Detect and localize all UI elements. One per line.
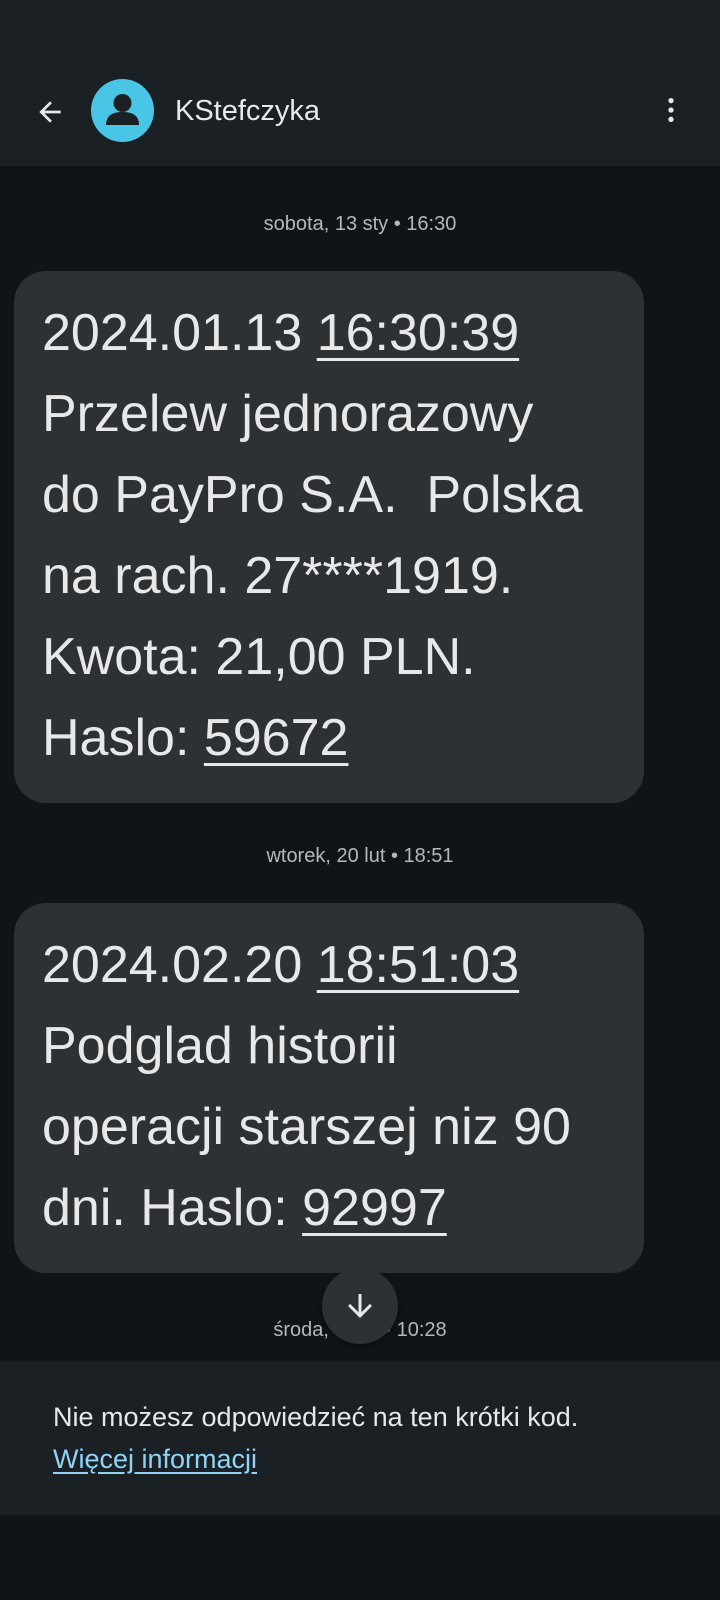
top-app-bar: KStefczyka: [0, 56, 720, 166]
status-bar: [0, 0, 720, 56]
code-label: Haslo:: [42, 709, 204, 767]
message-time-link[interactable]: 16:30:39: [317, 304, 519, 362]
message-time-link[interactable]: 18:51:03: [317, 936, 519, 994]
message-date: 2024.01.13: [42, 304, 303, 362]
message-line: 2024.02.20 18:51:03: [42, 925, 616, 1006]
arrow-back-icon: [39, 101, 61, 123]
message-line: Haslo: 59672: [42, 698, 616, 779]
message-line: na rach. 27****1919.: [42, 547, 514, 605]
message-line: operacji starszej niz 90: [42, 1098, 571, 1156]
message-bubble[interactable]: 2024.02.20 18:51:03 Podglad historii ope…: [14, 903, 644, 1273]
back-button[interactable]: [26, 88, 74, 136]
avatar[interactable]: [91, 79, 154, 142]
message-date: 2024.02.20: [42, 936, 303, 994]
date-separator: wtorek, 20 lut • 18:51: [266, 845, 454, 867]
notice-text: Nie możesz odpowiedzieć na ten krótki ko…: [53, 1402, 579, 1432]
message-line: Kwota: 21,00 PLN.: [42, 628, 476, 686]
person-icon: [106, 94, 139, 125]
navigation-bar: [0, 1515, 720, 1600]
message-bubble[interactable]: 2024.01.13 16:30:39 Przelew jednorazowy …: [14, 271, 644, 803]
reply-disabled-notice: Nie możesz odpowiedzieć na ten krótki ko…: [0, 1361, 720, 1515]
message-line: Przelew jednorazowy: [42, 385, 534, 443]
more-vert-icon: [668, 98, 674, 122]
more-info-link[interactable]: Więcej informacji: [53, 1441, 257, 1477]
more-options-button[interactable]: [647, 86, 695, 134]
message-line: 2024.01.13 16:30:39: [42, 293, 616, 374]
message-line: do PayPro S.A. Polska: [42, 466, 583, 524]
message-line: Podglad historii: [42, 1017, 398, 1075]
code-link[interactable]: 92997: [302, 1179, 447, 1237]
scroll-to-bottom-button[interactable]: [322, 1268, 398, 1344]
message-line: dni. Haslo: 92997: [42, 1168, 616, 1249]
contact-name[interactable]: KStefczyka: [175, 91, 320, 131]
code-link[interactable]: 59672: [204, 709, 349, 767]
arrow-down-icon: [348, 1294, 372, 1318]
date-separator: sobota, 13 sty • 16:30: [263, 213, 457, 235]
message-list[interactable]: sobota, 13 sty • 16:30 2024.01.13 16:30:…: [0, 166, 720, 1361]
code-label: dni. Haslo:: [42, 1179, 303, 1237]
